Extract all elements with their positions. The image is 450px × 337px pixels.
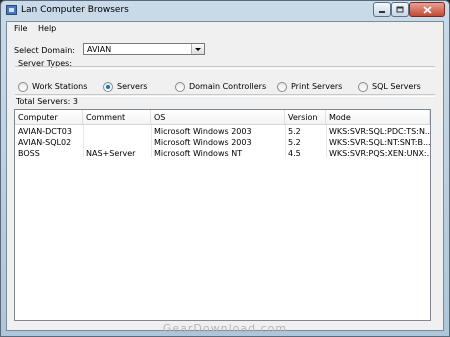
group-divider-bottom bbox=[15, 94, 435, 97]
close-icon bbox=[422, 5, 432, 14]
total-servers-label: Total Servers: 3 bbox=[16, 97, 78, 106]
title-bar[interactable]: Lan Computer Browsers bbox=[1, 1, 449, 21]
column-os[interactable]: OS bbox=[151, 110, 285, 124]
radio-icon bbox=[175, 82, 185, 92]
column-comment[interactable]: Comment bbox=[83, 110, 151, 124]
minimize-button[interactable] bbox=[373, 2, 391, 17]
watermark: GearDownload.com bbox=[162, 322, 288, 335]
menu-help[interactable]: Help bbox=[38, 24, 56, 33]
list-header: Computer Comment OS Version Mode bbox=[15, 110, 430, 125]
table-row[interactable]: BOSS NAS+Server Microsoft Windows NT 4.5… bbox=[15, 148, 430, 159]
domain-label: Select Domain: bbox=[14, 46, 75, 55]
column-computer[interactable]: Computer bbox=[15, 110, 83, 124]
servers-list[interactable]: Computer Comment OS Version Mode AVIAN-D… bbox=[14, 109, 431, 321]
window-title: Lan Computer Browsers bbox=[21, 5, 129, 15]
minimize-icon bbox=[379, 10, 385, 13]
chevron-down-icon[interactable] bbox=[191, 44, 204, 54]
group-divider-top bbox=[15, 66, 435, 69]
domain-select[interactable]: AVIAN bbox=[83, 43, 205, 55]
menu-bar: File Help bbox=[7, 22, 443, 35]
app-icon bbox=[6, 5, 17, 15]
column-version[interactable]: Version bbox=[285, 110, 326, 124]
domain-value: AVIAN bbox=[87, 45, 112, 54]
maximize-icon bbox=[396, 6, 404, 13]
app-window: Lan Computer Browsers File Help Select D… bbox=[0, 0, 450, 337]
radio-icon bbox=[18, 82, 28, 92]
client-area: File Help Select Domain: AVIAN Server Ty… bbox=[6, 21, 444, 331]
radio-icon bbox=[103, 82, 113, 92]
table-row[interactable]: AVIAN-DCT03 Microsoft Windows 2003 5.2 W… bbox=[15, 126, 430, 137]
close-button[interactable] bbox=[409, 2, 445, 17]
menu-file[interactable]: File bbox=[14, 24, 27, 33]
radio-icon bbox=[277, 82, 287, 92]
table-row[interactable]: AVIAN-SQL02 Microsoft Windows 2003 5.2 W… bbox=[15, 137, 430, 148]
maximize-button[interactable] bbox=[391, 2, 409, 17]
radio-icon bbox=[358, 82, 368, 92]
column-mode[interactable]: Mode bbox=[326, 110, 430, 124]
